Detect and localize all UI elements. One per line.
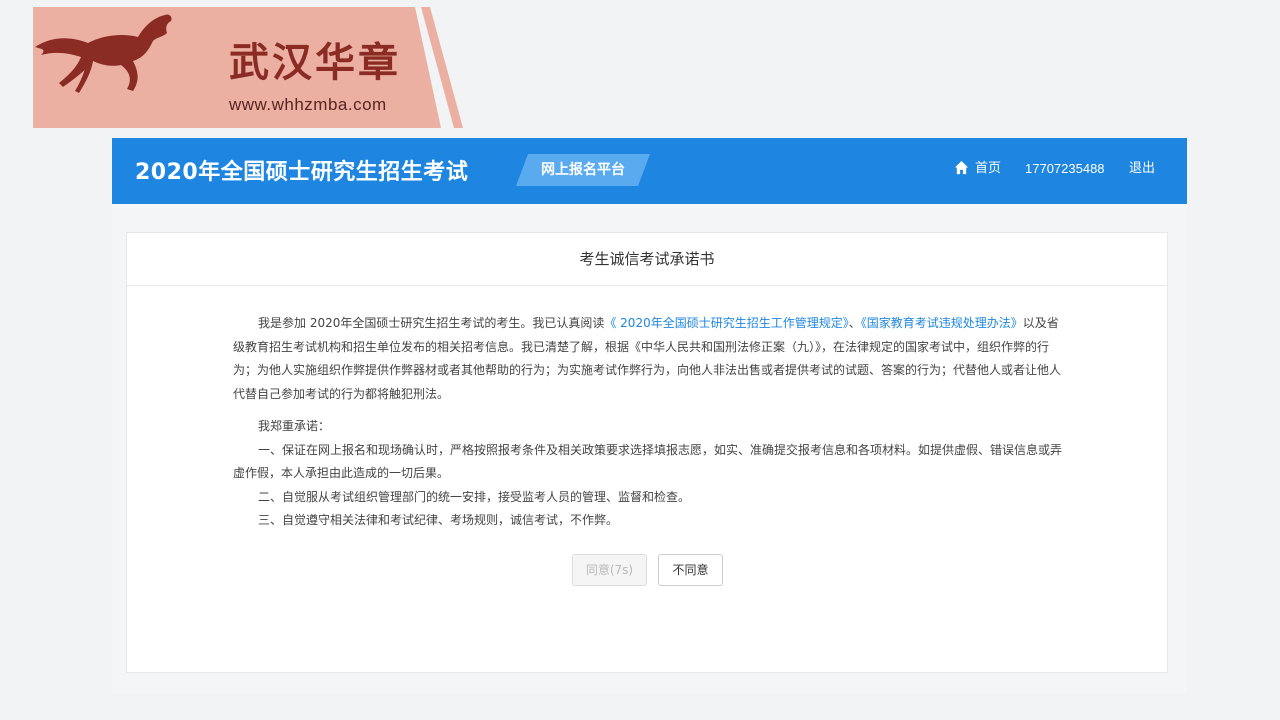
pledge-card: 考生诚信考试承诺书 我是参加 2020年全国硕士研究生招生考试的考生。我已认真阅… [126,232,1168,673]
horse-logo-icon [35,14,172,93]
platform-badge: 网上报名平台 [516,154,650,186]
app-frame: 2020年全国硕士研究生招生考试 网上报名平台 首页 17707235488 退… [112,138,1187,693]
pledge-actions: 同意(7s) 不同意 [572,554,732,588]
pledge-title: 考生诚信考试承诺书 [127,233,1167,286]
nav-user-phone[interactable]: 17707235488 [1025,138,1105,204]
regulation-link[interactable]: 《 2020年全国硕士研究生招生工作管理规定》 [604,316,848,330]
pledge-p1-text-a: 我是参加 2020年全国硕士研究生招生考试的考生。我已认真阅读 [258,316,605,330]
watermark-banner: 武汉华章 www.whhzmba.com [33,7,463,128]
agree-button[interactable]: 同意(7s) [572,554,647,586]
watermark-brand: 武汉华章 [229,40,401,86]
home-icon [954,160,969,175]
disagree-button[interactable]: 不同意 [658,554,723,586]
pledge-paragraph-3: 一、保证在网上报名和现场确认时，严格按照报考条件及相关政策要求选择填报志愿，如实… [233,442,1063,481]
nav-logout-link[interactable]: 退出 [1129,138,1155,204]
violation-rules-link[interactable]: 《国家教育考试违规处理办法》 [861,316,1023,330]
top-header-bar: 2020年全国硕士研究生招生考试 网上报名平台 首页 17707235488 退… [112,138,1187,204]
pledge-p1-separator: 、 [848,316,861,330]
pledge-body: 我是参加 2020年全国硕士研究生招生考试的考生。我已认真阅读《 2020年全国… [233,312,1063,533]
platform-badge-label: 网上报名平台 [541,162,625,178]
pledge-paragraph-2: 我郑重承诺： [258,419,331,433]
watermark-url: www.whhzmba.com [229,95,387,114]
pledge-paragraph-1: 我是参加 2020年全国硕士研究生招生考试的考生。我已认真阅读《 2020年全国… [233,312,1063,406]
site-title: 2020年全国硕士研究生招生考试 [135,160,469,185]
pledge-paragraph-4: 二、自觉服从考试组织管理部门的统一安排，接受监考人员的管理、监督和检查。 [258,489,691,504]
pledge-paragraph-5: 三、自觉遵守相关法律和考试纪律、考场规则，诚信考试，不作弊。 [258,513,619,527]
nav-home-label: 首页 [975,161,1002,176]
nav-home-link[interactable]: 首页 [954,138,1001,204]
